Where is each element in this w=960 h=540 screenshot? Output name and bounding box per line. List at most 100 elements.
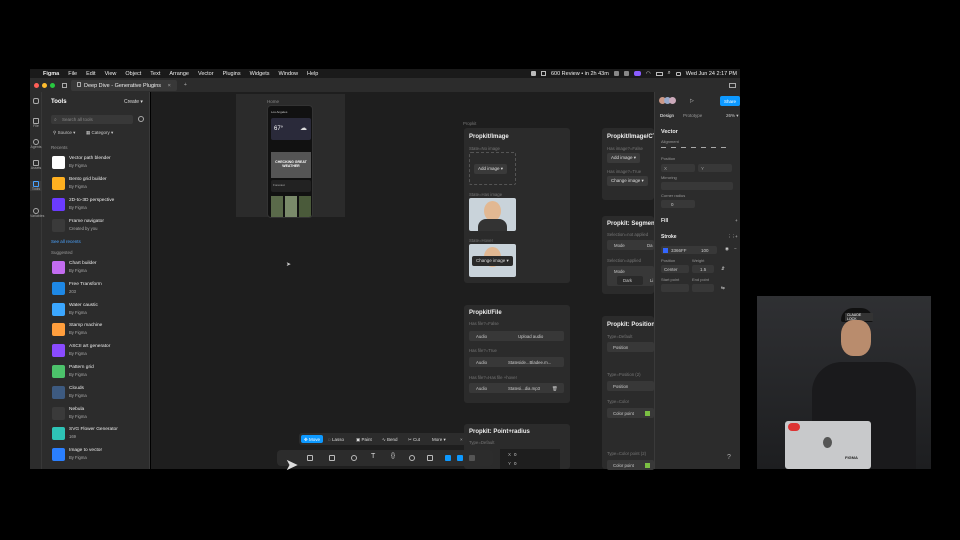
add-stroke-icon[interactable]: + — [735, 234, 738, 239]
rail-file[interactable]: File — [30, 118, 42, 128]
home-icon[interactable] — [62, 82, 67, 88]
minimize-window-button[interactable] — [42, 82, 47, 88]
rail-variables[interactable]: Variables — [30, 208, 44, 218]
pointer-tool-icon[interactable]: ➤ — [285, 455, 298, 474]
menubar-icon-c[interactable] — [633, 71, 641, 76]
menubar-icon-a[interactable] — [613, 71, 619, 76]
rail-assets[interactable]: Assets — [30, 160, 42, 170]
suggested-tool-item[interactable]: Chart builder By Figma — [51, 260, 146, 278]
help-button[interactable]: ? — [727, 454, 731, 461]
calendar-icon[interactable] — [540, 71, 546, 76]
mode-move[interactable]: ✥ Move — [301, 435, 324, 443]
create-button[interactable]: Create ▾ — [124, 99, 143, 105]
file-row-filled[interactable]: Audio Stateside...Bladee.m... — [469, 357, 564, 367]
figma-menu-icon[interactable] — [30, 98, 42, 104]
end-point-select[interactable] — [692, 284, 714, 292]
menu-text[interactable]: Text — [150, 71, 160, 77]
menubar-icon-b[interactable] — [623, 71, 629, 76]
segment-dark[interactable]: Dark — [617, 276, 643, 285]
menu-arrange[interactable]: Arrange — [169, 71, 189, 77]
recent-tool-item[interactable]: Vector path blender By Figma — [51, 155, 146, 173]
text-tool-icon[interactable]: T — [371, 453, 377, 460]
file-row-hover[interactable]: Audio Statesi...dia.mp3 🗑 — [469, 383, 564, 393]
zoom-level[interactable]: 26% ▾ — [726, 113, 739, 119]
play-icon[interactable]: ▷ — [690, 98, 694, 104]
category-filter[interactable]: ▦ Category ▾ — [86, 130, 113, 136]
add-fill-icon[interactable]: + — [735, 218, 738, 223]
menu-figma[interactable]: Figma — [43, 71, 59, 77]
recent-tool-item[interactable]: 2D-to-3D perspective By Figma — [51, 197, 146, 215]
vector-edit-icon-2[interactable] — [457, 455, 463, 461]
align-top-icon[interactable] — [691, 147, 696, 151]
stroke-weight-field[interactable]: 1.5 — [692, 265, 714, 273]
spotlight-icon[interactable]: ⌕ — [668, 70, 671, 77]
actions-tool-icon[interactable] — [427, 455, 433, 461]
coord-x-value[interactable]: 0 — [514, 452, 517, 457]
sidebar-toggle-icon[interactable] — [729, 82, 736, 88]
position-row[interactable]: Position — [607, 342, 654, 352]
recent-tool-item[interactable]: Frame navigator Created by you — [51, 218, 146, 236]
x-field[interactable]: X — [661, 164, 695, 172]
suggested-tool-item[interactable]: Nebula By Figma — [51, 406, 146, 424]
see-all-recents-link[interactable]: See all recents — [51, 239, 81, 244]
menu-help[interactable]: Help — [307, 71, 318, 77]
clock[interactable]: Wed Jun 24 2:17 PM — [686, 71, 737, 77]
new-tab-button[interactable]: + — [184, 82, 187, 88]
tab-design[interactable]: Design — [660, 113, 674, 118]
mode-lasso[interactable]: ◌ Lasso — [325, 435, 347, 443]
align-bottom-icon[interactable] — [711, 147, 716, 151]
status-app-icon[interactable] — [530, 71, 536, 76]
suggested-tool-item[interactable]: Clouds By Figma — [51, 385, 146, 403]
mirroring-segmented[interactable] — [661, 182, 733, 190]
color-point-row[interactable]: Color point — [607, 408, 654, 418]
rail-agents[interactable]: Agents — [30, 139, 42, 149]
avatar[interactable] — [669, 97, 676, 104]
suggested-tool-item[interactable]: Pattern grid By Figma — [51, 364, 146, 382]
menu-vector[interactable]: Vector — [198, 71, 214, 77]
align-left-icon[interactable] — [661, 147, 666, 151]
stroke-color-field[interactable]: 3366FF 100 — [661, 246, 717, 254]
distribute-icon[interactable] — [721, 147, 726, 151]
visibility-icon[interactable]: ◉ — [725, 246, 729, 252]
source-filter[interactable]: ⚲ Source ▾ — [53, 130, 75, 136]
menu-edit[interactable]: Edit — [86, 71, 95, 77]
y-field[interactable]: Y — [698, 164, 732, 172]
collaborator-avatars[interactable] — [659, 97, 687, 105]
menu-plugins[interactable]: Plugins — [223, 71, 241, 77]
color-point-row-2[interactable]: Color point — [607, 460, 654, 470]
zoom-window-button[interactable] — [50, 82, 55, 88]
document-tab[interactable]: Deep Dive - Generative Plugins × — [71, 79, 177, 91]
menu-file[interactable]: File — [68, 71, 77, 77]
change-image-button[interactable]: Change image ▾ — [472, 256, 513, 266]
code-icon[interactable] — [469, 455, 475, 461]
pen-tool-icon[interactable] — [351, 455, 357, 461]
wifi-icon[interactable]: ◠ — [646, 71, 651, 77]
mode-more[interactable]: More ▾ — [429, 435, 449, 443]
stroke-swatch[interactable] — [663, 247, 668, 253]
mode-bend[interactable]: ∿ Bend — [379, 435, 401, 443]
add-image-button[interactable]: Add image ▾ — [474, 164, 508, 174]
frame-label[interactable]: Home — [267, 99, 279, 104]
add-image-button-ct[interactable]: Add image ▾ — [607, 153, 641, 163]
comment-tool-icon[interactable] — [409, 455, 415, 461]
mode-cut[interactable]: ✂ Cut — [405, 435, 423, 443]
corner-radius-field[interactable]: 0 — [661, 200, 695, 208]
control-center-icon[interactable] — [675, 71, 681, 76]
change-image-button-ct[interactable]: Change image ▾ — [607, 176, 648, 186]
suggested-tool-item[interactable]: Stamp machine By Figma — [51, 322, 146, 340]
swap-icon[interactable]: ⇆ — [721, 285, 725, 291]
suggested-tool-item[interactable]: Water caustic By Figma — [51, 302, 146, 320]
trash-icon[interactable]: 🗑 — [552, 386, 557, 392]
suggested-tool-item[interactable]: Image to vector By Figma — [51, 447, 146, 465]
tab-prototype[interactable]: Prototype — [683, 113, 702, 118]
file-row-empty[interactable]: Audio Upload audio — [469, 331, 564, 341]
menu-view[interactable]: View — [105, 71, 117, 77]
close-window-button[interactable] — [34, 82, 39, 88]
remove-stroke-icon[interactable]: − — [734, 246, 737, 251]
recent-tool-item[interactable]: Bento grid builder By Figma — [51, 176, 146, 194]
suggested-tool-item[interactable]: ASCII art generator By Figma — [51, 343, 146, 361]
position-row-2[interactable]: Position — [607, 381, 654, 391]
suggested-tool-item[interactable]: Free Transform 203 — [51, 281, 146, 299]
menu-object[interactable]: Object — [125, 71, 141, 77]
canvas[interactable] — [151, 92, 654, 469]
